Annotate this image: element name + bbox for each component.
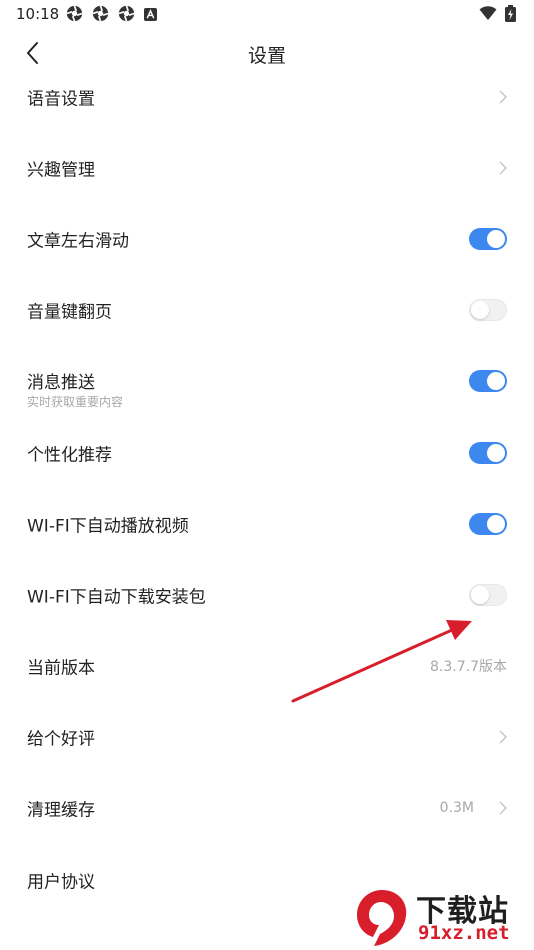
push-toggle[interactable] [469, 370, 507, 393]
wifi-icon [479, 6, 497, 25]
setting-label: WI-FI下自动下载安装包 [27, 587, 206, 608]
watermark: 下载站 91xz.net [354, 886, 530, 950]
aperture-icon [66, 5, 83, 26]
setting-label: 个性化推荐 [27, 445, 112, 466]
setting-label: 消息推送 [27, 372, 95, 393]
chevron-right-icon [499, 730, 508, 744]
setting-label: 兴趣管理 [27, 160, 95, 181]
setting-label: WI-FI下自动播放视频 [27, 516, 189, 537]
toggle-knob [487, 443, 505, 462]
status-system-icons [471, 5, 516, 26]
watermark-url: 91xz.net [418, 922, 510, 944]
setting-label: 文章左右滑动 [27, 231, 129, 252]
personalized-toggle[interactable] [469, 441, 507, 464]
setting-rate[interactable]: 给个好评 [0, 702, 534, 773]
toggle-knob [471, 585, 489, 604]
toggle-knob [487, 514, 505, 533]
status-bar: 10:18 [0, 0, 534, 28]
chevron-right-icon [499, 90, 508, 104]
setting-volume-key: 音量键翻页 [0, 275, 534, 346]
chevron-right-icon [499, 801, 508, 815]
setting-cache[interactable]: 清理缓存 0.3M [0, 773, 534, 844]
setting-swipe: 文章左右滑动 [0, 203, 534, 274]
aperture-icon [92, 5, 109, 26]
setting-push: 消息推送 实时获取重要内容 [0, 346, 534, 417]
setting-wifi-video: WI-FI下自动播放视频 [0, 488, 534, 559]
a-letter-icon [144, 6, 157, 25]
toggle-knob [471, 301, 489, 320]
volume-key-toggle[interactable] [469, 299, 507, 322]
setting-label: 给个好评 [27, 729, 95, 750]
wifi-download-toggle[interactable] [469, 583, 507, 606]
battery-charging-icon [505, 5, 516, 26]
setting-label: 清理缓存 [27, 800, 95, 821]
toggle-knob [487, 229, 505, 248]
chevron-right-icon [499, 161, 508, 175]
version-value: 8.3.7.7版本 [430, 659, 507, 676]
swipe-toggle[interactable] [469, 227, 507, 250]
setting-label: 用户协议 [27, 872, 95, 893]
status-notification-icons [66, 5, 166, 26]
setting-label: 音量键翻页 [27, 302, 112, 323]
setting-version: 当前版本 8.3.7.7版本 [0, 631, 534, 702]
wifi-video-toggle[interactable] [469, 512, 507, 535]
setting-label: 当前版本 [27, 658, 95, 679]
setting-wifi-download: WI-FI下自动下载安装包 [0, 559, 534, 630]
aperture-icon [118, 5, 135, 26]
setting-personalized: 个性化推荐 [0, 417, 534, 488]
setting-voice[interactable]: 语音设置 [0, 61, 534, 132]
watermark-logo-icon [357, 890, 407, 946]
status-time: 10:18 [16, 5, 60, 23]
cache-value: 0.3M [439, 800, 474, 817]
setting-sublabel: 实时获取重要内容 [27, 394, 124, 409]
setting-label: 语音设置 [27, 89, 95, 110]
toggle-knob [487, 372, 505, 391]
settings-list: 语音设置 兴趣管理 文章左右滑动 音量键翻页 消息推送 实时获取重要内容 个性化… [0, 61, 534, 915]
setting-interest[interactable]: 兴趣管理 [0, 132, 534, 203]
settings-screen: 10:18 设置 语音设置 兴趣管理 文章左右滑动 音量键翻页 消息推送 实时获… [0, 0, 534, 950]
